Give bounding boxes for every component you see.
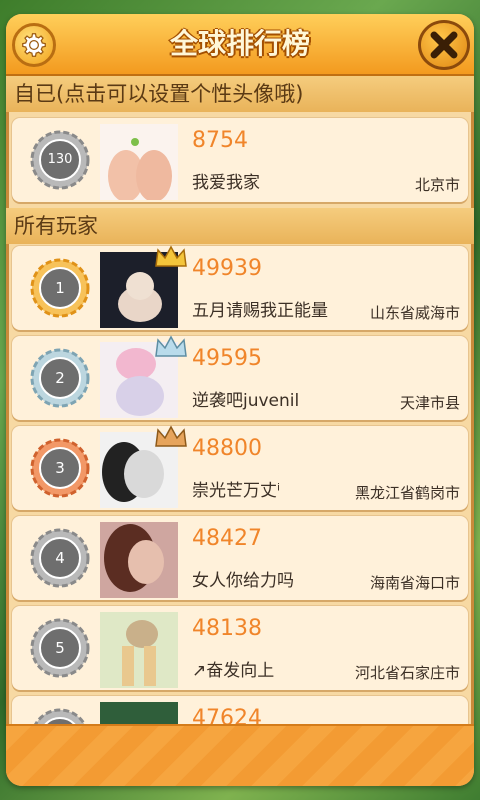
player-row[interactable]: 1 49939 五月请赐我正能量 山东省威海市 xyxy=(12,245,468,330)
player-location: 天津市县 xyxy=(399,394,460,412)
title-bar: 全球排行榜 xyxy=(6,14,474,76)
avatar-image xyxy=(100,124,178,200)
player-row[interactable]: 4 48427 女人你给力吗 海南省海口市 xyxy=(12,516,468,600)
rank-badge: 1 xyxy=(30,258,90,318)
close-button[interactable] xyxy=(418,20,470,70)
rank-number: 5 xyxy=(55,639,65,657)
player-location: 北京市 xyxy=(414,176,460,194)
rank-number: 4 xyxy=(55,549,65,567)
avatar-image xyxy=(100,612,178,688)
all-players-section-header: 所有玩家 xyxy=(6,208,474,244)
gold-crown-icon xyxy=(155,245,187,267)
score: 49939 xyxy=(192,256,262,281)
player-location: 黑龙江省鹤岗市 xyxy=(354,484,460,502)
self-section-header: 自已(点击可以设置个性头像哦) xyxy=(6,76,474,112)
avatar[interactable] xyxy=(100,124,178,200)
player-location: 河北省石家庄市 xyxy=(354,664,460,682)
player-location: 海南省海口市 xyxy=(369,574,460,592)
rank-badge: 2 xyxy=(30,348,90,408)
player-name: 崇光芒万丈ⁱ xyxy=(192,481,281,501)
player-row[interactable]: 2 49595 逆袭吧juvenil 天津市县 xyxy=(12,335,468,420)
rank-number: 2 xyxy=(55,369,65,387)
score: 48138 xyxy=(192,616,262,641)
rank-badge: 130 xyxy=(30,130,90,190)
rank-number: 1 xyxy=(55,279,65,297)
score: 48427 xyxy=(192,526,262,551)
rank-badge: 3 xyxy=(30,438,90,498)
bottom-bar xyxy=(6,724,474,786)
silver-crown-icon xyxy=(155,335,187,357)
page-title: 全球排行榜 xyxy=(169,27,310,60)
score: 49595 xyxy=(192,346,262,371)
score: 48800 xyxy=(192,436,262,461)
player-name: 女人你给力吗 xyxy=(192,571,294,591)
rank-badge: 4 xyxy=(30,528,90,588)
player-row[interactable]: 5 48138 ↗奋发向上 河北省石家庄市 xyxy=(12,606,468,690)
bronze-crown-icon xyxy=(155,425,187,447)
rank-number: 130 xyxy=(47,152,73,167)
player-name: ↗奋发向上 xyxy=(192,661,275,681)
close-icon xyxy=(430,31,458,59)
self-entry-card[interactable]: 130 8754 我爱我家 北京市 xyxy=(12,118,468,202)
leaderboard-panel: 全球排行榜 自已(点击可以设置个性头像哦) 130 8754 我爱我家 北京市 … xyxy=(6,14,474,786)
player-row[interactable]: 3 48800 崇光芒万丈ⁱ 黑龙江省鹤岗市 xyxy=(12,425,468,510)
player-name: 逆袭吧juvenil xyxy=(192,391,300,411)
player-name: 五月请赐我正能量 xyxy=(192,301,328,321)
avatar xyxy=(100,612,178,688)
player-name: 我爱我家 xyxy=(192,173,260,193)
rank-number: 3 xyxy=(55,459,65,477)
player-location: 山东省威海市 xyxy=(369,304,460,322)
avatar xyxy=(100,522,178,598)
rank-badge: 5 xyxy=(30,618,90,678)
score: 8754 xyxy=(192,128,248,153)
avatar-image xyxy=(100,522,178,598)
